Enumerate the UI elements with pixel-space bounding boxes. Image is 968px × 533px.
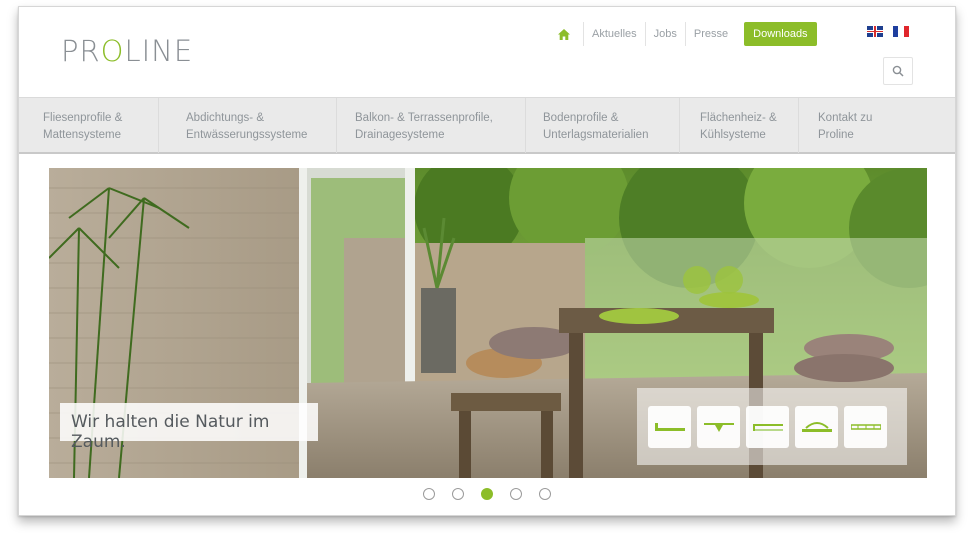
downloads-button[interactable]: Downloads [744, 22, 817, 46]
home-icon[interactable] [551, 22, 577, 46]
slider-pagination [423, 488, 551, 500]
browser-frame: PROLINE Aktuelles Jobs Presse Downloads … [18, 6, 956, 516]
language-switcher [867, 26, 909, 37]
floor-profile-icon[interactable] [746, 405, 789, 448]
slide-dot-2[interactable] [452, 488, 464, 500]
nav-link-presse[interactable]: Presse [684, 22, 736, 46]
nav-item-kontakt[interactable]: Kontakt zu Proline [799, 98, 955, 153]
slide-dot-3-active[interactable] [481, 488, 493, 500]
nav-item-flaechenheiz[interactable]: Flächenheiz- & Kühlsysteme [680, 98, 799, 153]
mat-profile-icon[interactable] [844, 405, 887, 448]
search-button[interactable] [883, 57, 913, 85]
nav-link-aktuelles[interactable]: Aktuelles [583, 22, 645, 46]
drain-profile-icon[interactable] [697, 405, 740, 448]
uk-flag-icon[interactable] [867, 26, 883, 37]
slide-dot-4[interactable] [510, 488, 522, 500]
tile-profile-icon[interactable] [648, 405, 691, 448]
nav-item-abdichtung[interactable]: Abdichtungs- & Entwässerungssysteme [159, 98, 337, 153]
nav-link-jobs[interactable]: Jobs [644, 22, 685, 46]
search-icon [892, 65, 904, 77]
heating-profile-icon[interactable] [795, 405, 838, 448]
hero-caption: Wir halten die Natur im Zaum. [60, 403, 318, 452]
main-navigation: Fliesenprofile & Mattensysteme Abdichtun… [19, 97, 955, 154]
slide-dot-1[interactable] [423, 488, 435, 500]
nav-item-balkon[interactable]: Balkon- & Terrassenprofile, Drainagesyst… [337, 98, 526, 153]
fr-flag-icon[interactable] [893, 26, 909, 37]
slide-dot-5[interactable] [539, 488, 551, 500]
product-icons-panel [637, 388, 907, 465]
proline-logo[interactable]: PROLINE [61, 34, 193, 68]
nav-item-fliesenprofile[interactable]: Fliesenprofile & Mattensysteme [19, 98, 159, 153]
nav-item-bodenprofile[interactable]: Bodenprofile & Unterlagsmaterialien [526, 98, 680, 153]
top-navigation: Aktuelles Jobs Presse Downloads [551, 22, 817, 46]
